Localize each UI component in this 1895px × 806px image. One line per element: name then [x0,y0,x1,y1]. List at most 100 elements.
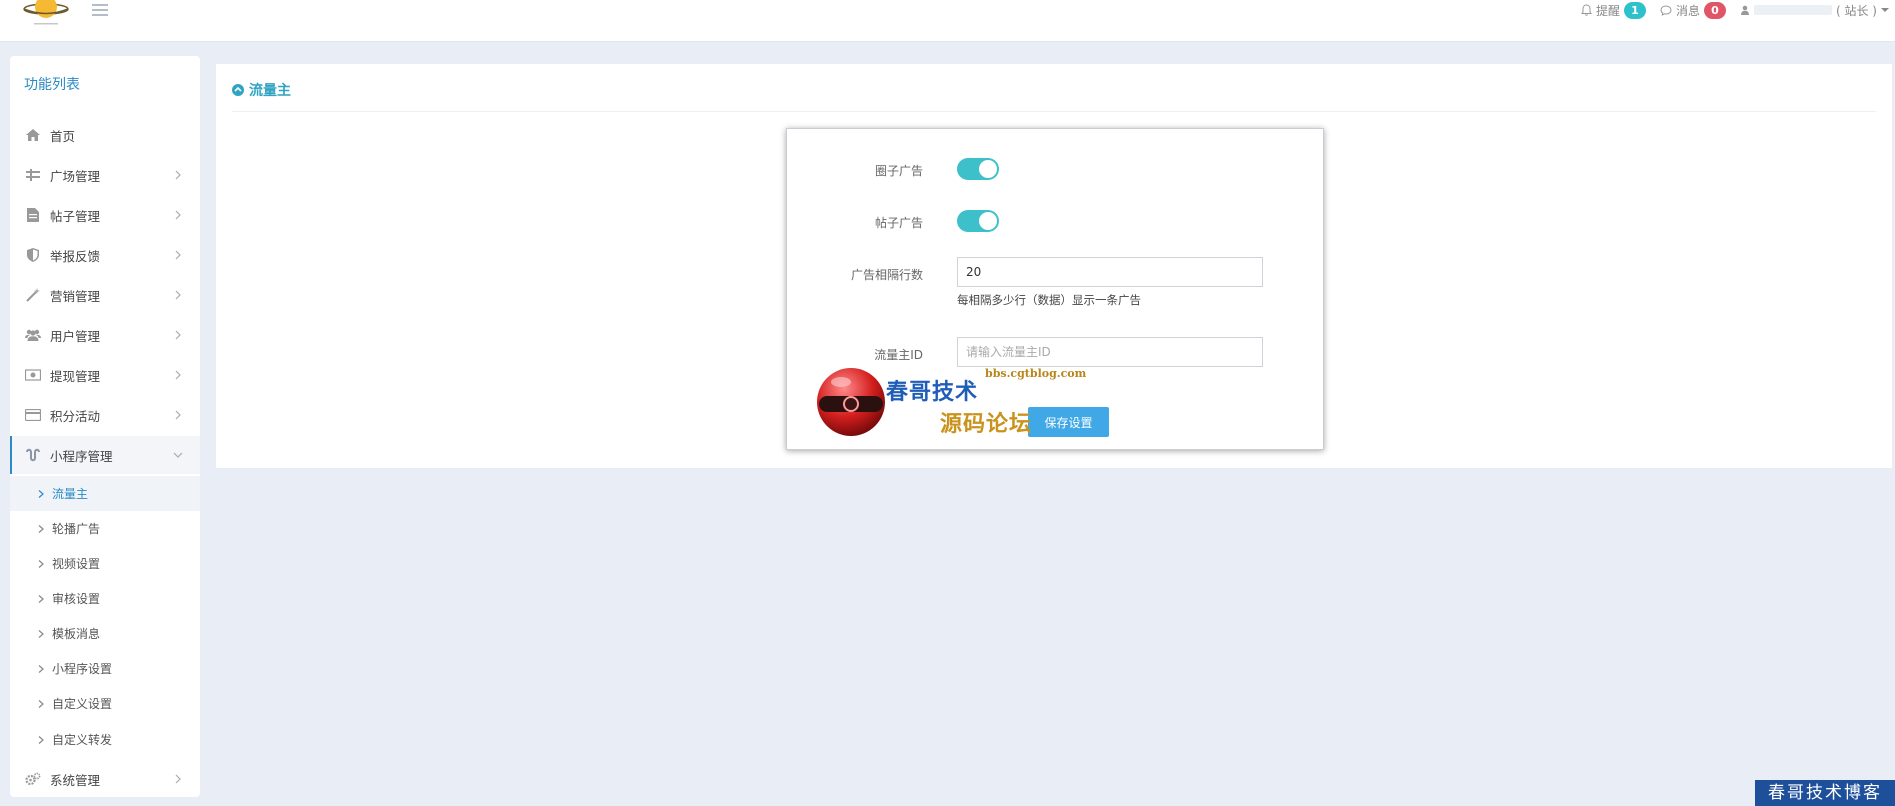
user-icon [1741,5,1749,15]
wand-icon [24,288,42,302]
chevron-right-icon [175,370,181,380]
subitem-video-settings[interactable]: 视频设置 [10,546,200,581]
sidebar-title: 功能列表 [24,77,80,93]
planet-logo-icon[interactable] [22,0,70,30]
sidebar: 功能列表 首页 广场管理 帖子管理 举报反馈 营销管理 用户管理 提现管理 积分… [10,56,200,797]
sidebar-item-home[interactable]: 首页 [10,116,200,154]
panel-header: 流量主 [232,80,291,100]
document-icon [24,208,42,222]
chevron-right-icon [175,410,181,420]
reminder-button[interactable]: 提醒 1 [1581,1,1646,19]
watermark-logo-icon [817,368,885,436]
shield-icon [24,248,42,262]
chevron-right-icon [175,330,181,340]
sidebar-item-label: 广场管理 [50,168,101,184]
top-right-tools: 提醒 1 消息 0 ( 站长 ) [1581,0,1889,20]
sidebar-item-label: 积分活动 [50,408,101,424]
chevron-right-icon [38,664,44,673]
sidebar-item-label: 帖子管理 [50,208,101,224]
subitem-label: 自定义转发 [52,733,113,747]
subitem-custom-forward[interactable]: 自定义转发 [10,722,200,757]
blurred-username [1754,5,1832,15]
chevron-right-icon [38,489,44,498]
interval-help-text: 每相隔多少行（数据）显示一条广告 [957,293,1141,307]
chevron-right-icon [175,170,181,180]
sidebar-item-system[interactable]: 系统管理 [10,760,200,798]
card-icon [24,408,42,422]
chevron-right-icon [38,629,44,638]
subitem-label: 小程序设置 [52,662,113,676]
reminder-count-badge: 1 [1623,1,1646,19]
toggle-knob [979,212,997,230]
reminder-label: 提醒 [1595,3,1620,18]
corner-watermark: 春哥技术博客 [1755,780,1895,806]
sidebar-item-label: 举报反馈 [50,248,101,264]
sidebar-item-reports[interactable]: 举报反馈 [10,236,200,274]
message-label: 消息 [1675,3,1700,18]
sidebar-item-users[interactable]: 用户管理 [10,316,200,354]
subitem-miniprogram-settings[interactable]: 小程序设置 [10,651,200,686]
chevron-right-icon [38,559,44,568]
chevron-right-icon [175,250,181,260]
sidebar-item-square[interactable]: 广场管理 [10,156,200,194]
sidebar-item-label: 营销管理 [50,288,101,304]
sidebar-item-label: 小程序管理 [50,448,113,464]
interval-label: 广告相隔行数 [850,268,923,282]
subitem-custom-settings[interactable]: 自定义设置 [10,686,200,721]
sidebar-item-withdraw[interactable]: 提现管理 [10,356,200,394]
caret-down-icon [1881,8,1889,12]
miniprogram-icon [24,448,42,462]
sidebar-item-label: 首页 [50,128,76,144]
user-menu[interactable]: ( 站长 ) [1740,2,1889,19]
subitem-review-settings[interactable]: 审核设置 [10,581,200,616]
subitem-label: 自定义设置 [52,697,113,711]
sidebar-item-miniprogram[interactable]: 小程序管理 [10,436,200,474]
sidebar-item-marketing[interactable]: 营销管理 [10,276,200,314]
chevron-right-icon [38,524,44,533]
sidebar-item-points[interactable]: 积分活动 [10,396,200,434]
subitem-label: 流量主 [52,487,89,501]
sidebar-item-label: 系统管理 [50,772,101,788]
watermark-url: bbs.cgtblog.com [985,367,1087,380]
chevron-right-icon [38,594,44,603]
watermark-text-line1: 春哥技术 [886,379,979,405]
subitem-traffic-master[interactable]: 流量主 [10,476,200,511]
chevron-right-icon [38,735,44,744]
cogs-icon [24,772,42,786]
sidebar-item-posts[interactable]: 帖子管理 [10,196,200,234]
sidebar-item-label: 用户管理 [50,328,101,344]
subitem-label: 视频设置 [52,557,101,571]
top-bar: 提醒 1 消息 0 ( 站长 ) [0,0,1895,42]
arrow-circle-up-icon [232,84,244,96]
sidebar-item-label: 提现管理 [50,368,101,384]
menu-toggle-icon[interactable] [92,4,108,16]
watermark-text-line2: 源码论坛 [940,411,1033,437]
message-button[interactable]: 消息 0 [1660,1,1726,19]
interval-input[interactable] [957,257,1263,287]
circle-ad-label: 圈子广告 [874,164,923,178]
comment-icon [1660,4,1672,16]
circle-ad-toggle[interactable] [957,158,999,180]
chevron-right-icon [175,290,181,300]
toggle-knob [979,160,997,178]
chevron-right-icon [175,210,181,220]
chevron-right-icon [175,774,181,784]
post-ad-label: 帖子广告 [874,216,923,230]
user-role-label: ( 站长 ) [1836,3,1877,18]
subitem-label: 审核设置 [52,592,101,606]
subitem-label: 轮播广告 [52,522,101,536]
page-title: 流量主 [249,83,291,99]
header-divider [232,111,1876,112]
save-settings-button[interactable]: 保存设置 [1028,407,1109,437]
chevron-down-icon [173,452,183,458]
bell-icon [1581,4,1592,16]
subitem-template-messages[interactable]: 模板消息 [10,616,200,651]
post-ad-toggle[interactable] [957,210,999,232]
home-icon [24,128,42,142]
message-count-badge: 0 [1704,1,1726,19]
money-icon [24,368,42,382]
square-icon [24,168,42,182]
traffic-id-input[interactable] [957,337,1263,367]
chevron-right-icon [38,699,44,708]
subitem-carousel-ads[interactable]: 轮播广告 [10,511,200,546]
